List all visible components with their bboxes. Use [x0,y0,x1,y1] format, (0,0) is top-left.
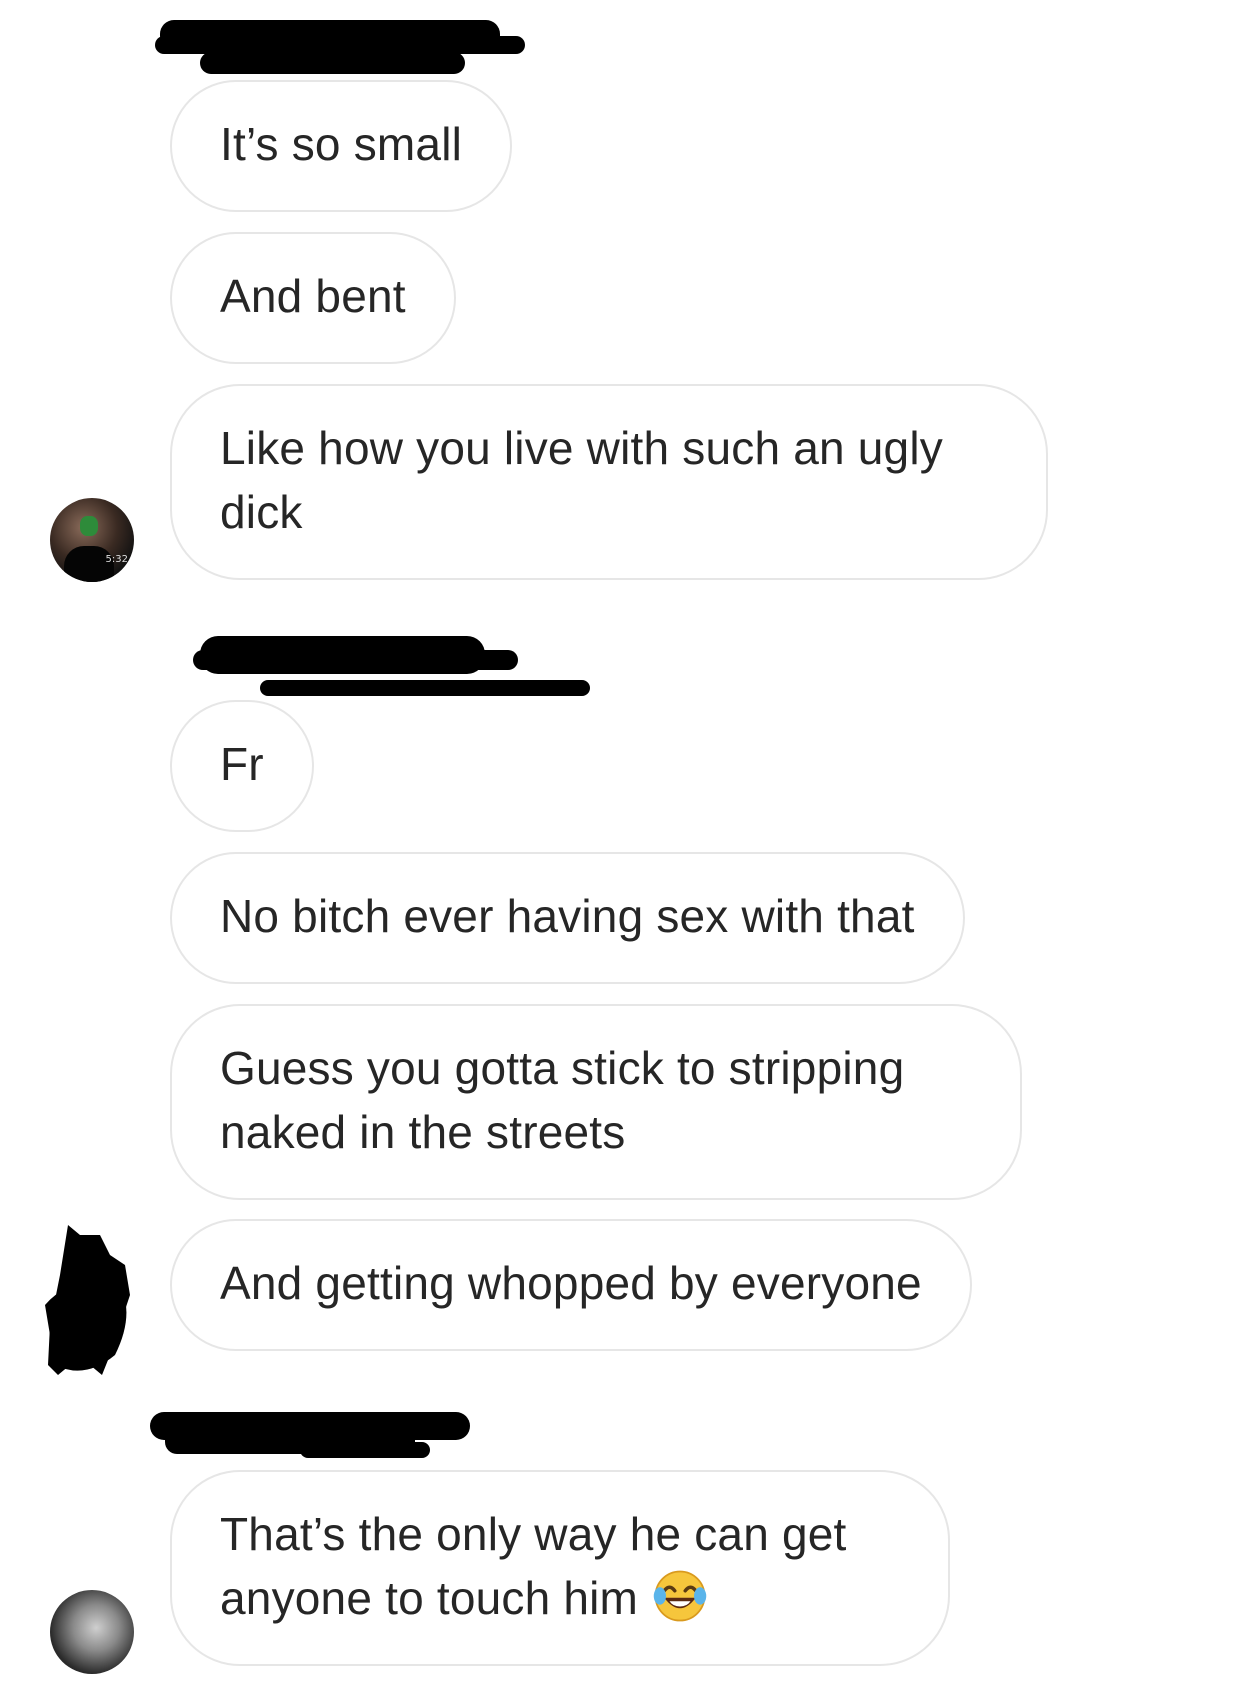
message-bubble[interactable]: And getting whopped by everyone [170,1219,972,1351]
message-text-line-2-text: anyone to touch him [220,1572,639,1624]
avatar-timestamp: 5:32 [105,554,128,565]
message-bubble[interactable]: Fr [170,700,314,832]
redacted-avatar-scribble [45,1225,130,1375]
face-with-tears-of-joy-icon [653,1570,707,1622]
message-text: Guess you gotta stick to stripping [220,1042,905,1094]
redacted-sender-name-stroke [200,52,465,74]
redacted-sender-name-stroke [193,650,518,670]
message-bubble[interactable]: Guess you gotta stick to stripping naked… [170,1004,1022,1200]
message-text: No bitch ever having sex with that [220,890,915,942]
message-bubble[interactable]: And bent [170,232,456,364]
message-text: Fr [220,738,264,790]
avatar[interactable] [50,1590,134,1674]
message-text: Like how you live with such an ugly [220,422,943,474]
redacted-sender-name-stroke [300,1442,430,1458]
message-text-line-2: anyone to touch him [220,1566,900,1630]
message-text: And bent [220,270,406,322]
message-bubble[interactable]: No bitch ever having sex with that [170,852,965,984]
message-text-line-2: dick [220,486,303,538]
message-text-line-2: naked in the streets [220,1106,626,1158]
message-text: That’s the only way he can get [220,1508,847,1560]
avatar[interactable]: 5:32 [50,498,134,582]
message-bubble[interactable]: It’s so small [170,80,513,212]
message-text: And getting whopped by everyone [220,1257,922,1309]
message-bubble[interactable]: That’s the only way he can get anyone to… [170,1470,950,1666]
redacted-sender-name-stroke [260,680,590,696]
message-bubble[interactable]: Like how you live with such an ugly dick [170,384,1048,580]
avatar-face-sticker [80,516,98,536]
message-text: It’s so small [220,118,463,170]
